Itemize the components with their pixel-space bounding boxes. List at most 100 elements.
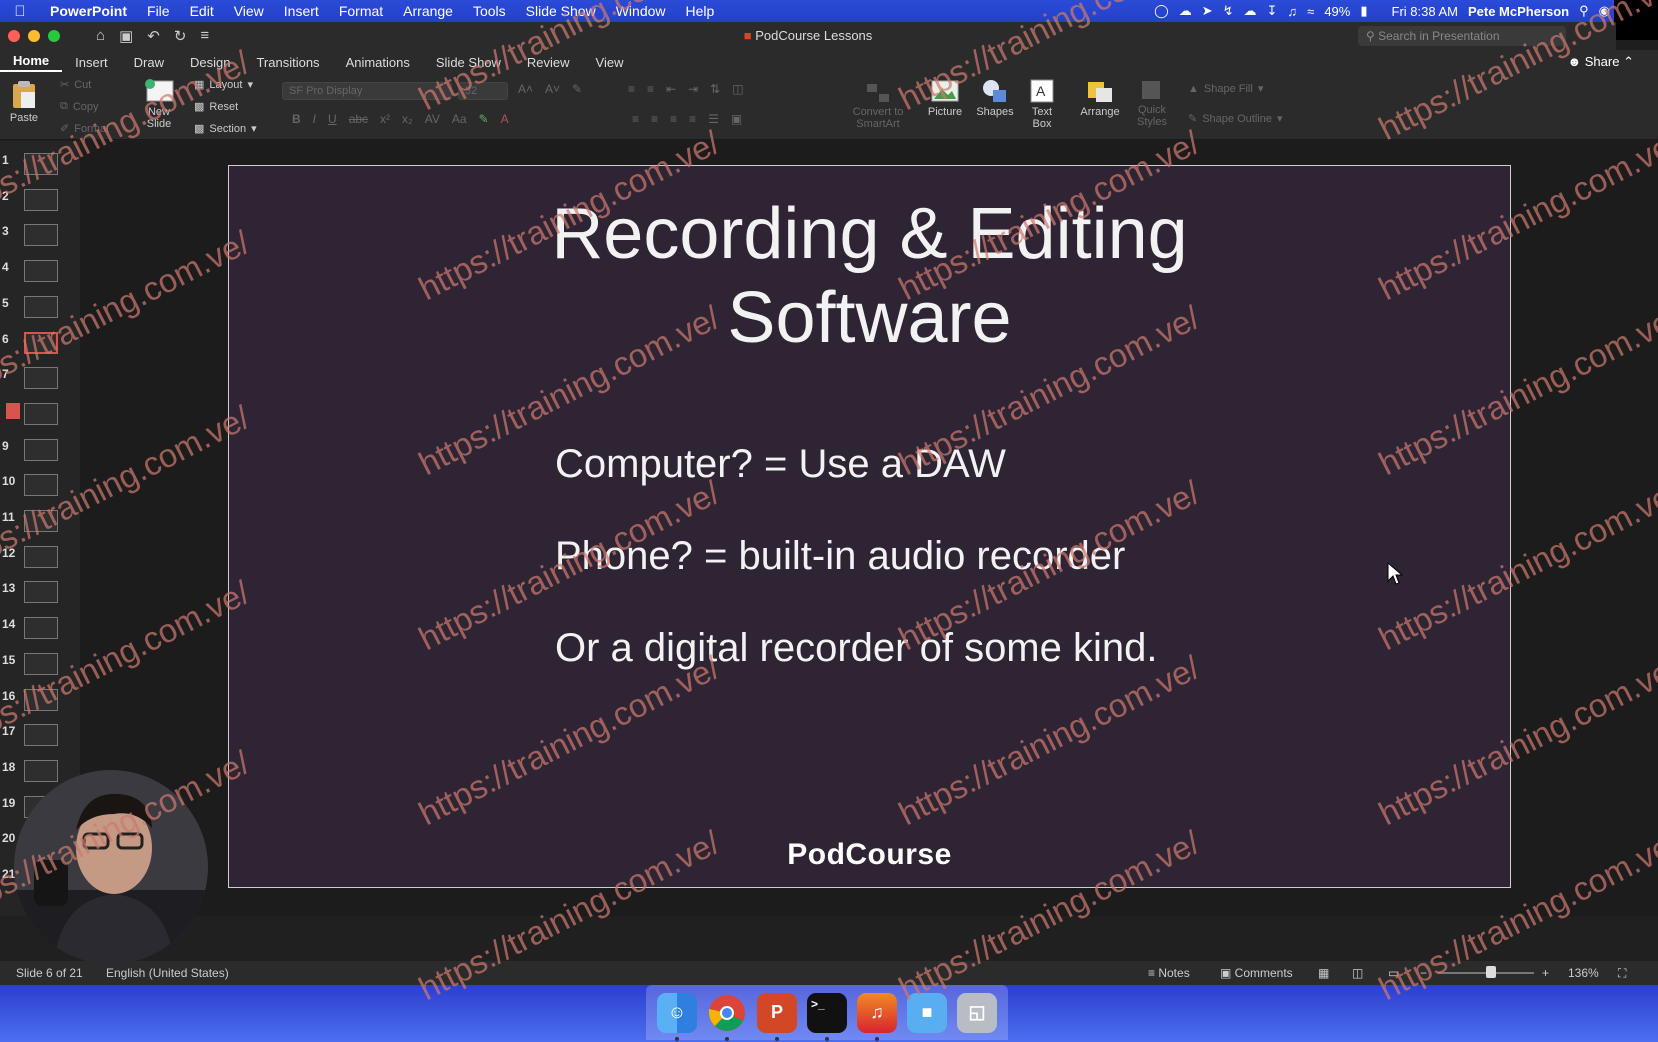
zoom-window-button[interactable] bbox=[48, 30, 60, 42]
wifi-icon[interactable]: ≈ bbox=[1307, 4, 1314, 19]
rocket-icon[interactable]: ➤ bbox=[1202, 3, 1213, 19]
menu-window[interactable]: Window bbox=[606, 3, 676, 19]
numbering-icon[interactable]: ≡ bbox=[647, 82, 654, 96]
slide-thumbnail-1[interactable]: 1 bbox=[0, 153, 80, 183]
decrease-indent-icon[interactable]: ⇤ bbox=[666, 82, 676, 96]
zoom-in-icon[interactable]: + bbox=[1542, 966, 1549, 980]
comments-toggle-button[interactable]: ▣ Comments bbox=[1220, 966, 1293, 980]
tab-slide-show[interactable]: Slide Show bbox=[423, 55, 514, 70]
convert-to-smartart-button[interactable]: Convert to SmartArt bbox=[842, 82, 914, 130]
layout-button[interactable]: ▦ Layout ▾ bbox=[194, 78, 253, 92]
save-icon[interactable]: ▣ bbox=[119, 27, 133, 45]
align-text-icon[interactable]: ▣ bbox=[731, 112, 742, 126]
apple-menu-icon[interactable]:  bbox=[0, 3, 40, 20]
finder-icon[interactable]: ☺ bbox=[657, 992, 697, 1041]
battery-icon[interactable]: ▮ bbox=[1360, 3, 1367, 19]
tab-draw[interactable]: Draw bbox=[121, 55, 177, 70]
slide-thumbnail-15[interactable]: 15 bbox=[0, 652, 80, 683]
menu-arrange[interactable]: Arrange bbox=[393, 3, 463, 19]
siri-icon[interactable]: ◉ bbox=[1599, 3, 1610, 19]
quick-styles-button[interactable]: Quick Styles bbox=[1132, 78, 1172, 128]
reset-button[interactable]: ▩ Reset bbox=[194, 100, 238, 114]
arrange-button[interactable]: Arrange bbox=[1078, 78, 1122, 118]
change-case-icon[interactable]: Aa bbox=[452, 112, 467, 126]
minimize-window-button[interactable] bbox=[28, 30, 40, 42]
trash-icon[interactable]: ◱ bbox=[957, 992, 997, 1033]
close-window-button[interactable] bbox=[8, 30, 20, 42]
chrome-icon[interactable] bbox=[707, 993, 747, 1041]
slide-thumbnail-4[interactable]: 4 bbox=[0, 260, 80, 290]
slide-thumbnail-17[interactable]: 17 bbox=[0, 724, 80, 754]
slide-bullet-1[interactable]: Computer? = Use a DAW bbox=[555, 442, 1006, 487]
tab-animations[interactable]: Animations bbox=[333, 55, 423, 70]
bullets-icon[interactable]: ≡ bbox=[628, 82, 635, 96]
notes-toggle-button[interactable]: ≡ Notes bbox=[1148, 966, 1190, 980]
align-right-icon[interactable]: ≡ bbox=[670, 112, 677, 126]
fit-to-window-icon[interactable]: ⛶ bbox=[1618, 966, 1626, 981]
normal-view-icon[interactable]: ▦ bbox=[1318, 966, 1329, 980]
font-size-select[interactable]: 32 bbox=[458, 82, 508, 100]
copy-button[interactable]: ⧉ Copy bbox=[60, 100, 99, 113]
weather-cloud-icon[interactable]: ☁ bbox=[1244, 3, 1257, 19]
menu-help[interactable]: Help bbox=[676, 3, 725, 19]
picture-button[interactable]: Picture bbox=[924, 78, 966, 118]
section-button[interactable]: ▩ Section ▾ bbox=[194, 122, 257, 136]
shape-outline-button[interactable]: ✎ Shape Outline ▾ bbox=[1188, 112, 1282, 126]
tab-insert[interactable]: Insert bbox=[62, 55, 121, 70]
current-slide[interactable]: Recording & Editing Software Computer? =… bbox=[228, 165, 1511, 888]
underline-icon[interactable]: U bbox=[328, 112, 337, 126]
slide-thumbnail-2[interactable]: 2 bbox=[0, 188, 80, 219]
slide-thumbnail-11[interactable]: 11 bbox=[0, 510, 80, 540]
char-spacing-icon[interactable]: AV bbox=[425, 112, 440, 126]
undo-icon[interactable]: ↶ bbox=[147, 27, 160, 45]
language-indicator[interactable]: English (United States) bbox=[106, 966, 229, 980]
menu-view[interactable]: View bbox=[224, 3, 274, 19]
slide-sorter-icon[interactable]: ◫ bbox=[1352, 966, 1363, 980]
slide-thumbnail-13[interactable]: 13 bbox=[0, 581, 80, 611]
battery-percent[interactable]: 49% bbox=[1324, 4, 1350, 19]
download-icon[interactable]: ↧ bbox=[1267, 3, 1278, 19]
font-color-icon[interactable]: A bbox=[501, 112, 509, 126]
terminal-icon[interactable]: >_ bbox=[807, 992, 847, 1041]
format-painter-button[interactable]: ✐ Format bbox=[60, 122, 109, 136]
slide-bullet-2[interactable]: Phone? = built-in audio recorder bbox=[555, 534, 1125, 579]
audio-app-icon[interactable]: ♫ bbox=[857, 992, 897, 1041]
tab-transitions[interactable]: Transitions bbox=[243, 55, 332, 70]
align-left-icon[interactable]: ≡ bbox=[632, 112, 639, 126]
columns-icon[interactable]: ◫ bbox=[732, 82, 743, 96]
increase-font-icon[interactable]: A˄ bbox=[518, 82, 533, 96]
slide-thumbnail-3[interactable]: 3 bbox=[0, 224, 80, 254]
collapse-ribbon-icon[interactable]: ⌃ bbox=[1623, 54, 1634, 69]
menu-edit[interactable]: Edit bbox=[180, 3, 224, 19]
text-direction-icon[interactable]: ☰ bbox=[708, 112, 719, 126]
menu-tools[interactable]: Tools bbox=[463, 3, 516, 19]
slide-thumbnail-7[interactable]: 7 bbox=[0, 367, 80, 397]
user-name[interactable]: Pete McPherson bbox=[1468, 4, 1569, 19]
menu-file[interactable]: File bbox=[137, 3, 180, 19]
menu-slide-show[interactable]: Slide Show bbox=[516, 3, 606, 19]
clock[interactable]: Fri 8:38 AM bbox=[1392, 4, 1458, 19]
search-in-presentation-input[interactable]: ⚲ Search in Presentation bbox=[1358, 26, 1566, 46]
decrease-font-icon[interactable]: A˅ bbox=[545, 82, 560, 96]
align-center-icon[interactable]: ≡ bbox=[651, 112, 658, 126]
creative-cloud-icon[interactable]: ◯ bbox=[1154, 3, 1169, 19]
text-box-button[interactable]: A Text Box bbox=[1024, 78, 1060, 130]
font-name-select[interactable]: SF Pro Display bbox=[282, 82, 452, 100]
home-icon[interactable]: ⌂ bbox=[96, 27, 105, 45]
strikethrough-icon[interactable]: abc bbox=[349, 112, 368, 126]
cloud-icon[interactable]: ☁ bbox=[1179, 3, 1192, 19]
tab-home[interactable]: Home bbox=[0, 53, 63, 72]
tab-review[interactable]: Review bbox=[514, 55, 583, 70]
redo-icon[interactable]: ↻ bbox=[174, 27, 187, 45]
spotlight-search-icon[interactable]: ⚲ bbox=[1579, 3, 1589, 19]
superscript-icon[interactable]: x² bbox=[380, 112, 390, 126]
slide-bullet-3[interactable]: Or a digital recorder of some kind. bbox=[555, 626, 1157, 671]
customize-toolbar-icon[interactable]: ≡ bbox=[200, 27, 209, 45]
paste-button[interactable]: Paste bbox=[6, 80, 42, 124]
menu-format[interactable]: Format bbox=[329, 3, 393, 19]
highlight-icon[interactable]: ✎ bbox=[479, 112, 489, 126]
slide-thumbnail-6[interactable]: 6 bbox=[0, 331, 80, 362]
bluetooth-icon[interactable]: ↯ bbox=[1223, 3, 1234, 19]
zoom-out-icon[interactable]: − bbox=[1420, 966, 1427, 980]
menu-app-name[interactable]: PowerPoint bbox=[40, 3, 137, 19]
